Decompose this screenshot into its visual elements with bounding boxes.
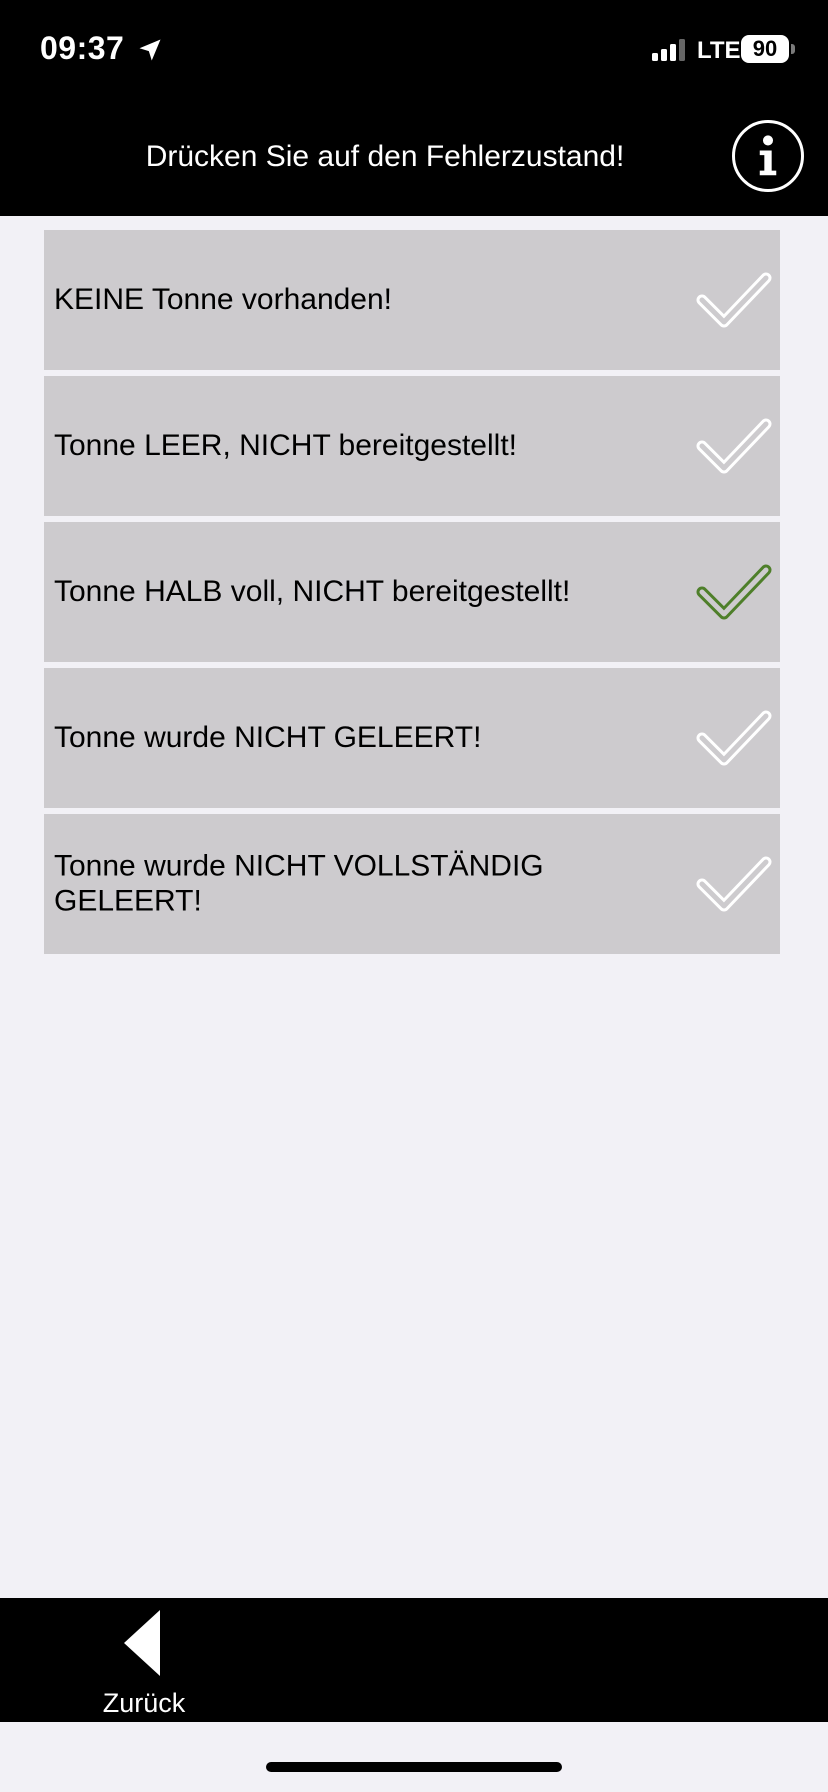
home-indicator[interactable] [266,1762,562,1772]
list-item[interactable]: KEINE Tonne vorhanden! [44,230,780,370]
item-label: Tonne wurde NICHT VOLLSTÄNDIG GELEERT! [54,849,544,918]
checkmark-icon [696,856,772,912]
error-state-list: KEINE Tonne vorhanden! Tonne LEER, NICHT… [44,230,780,960]
checkmark-icon [696,710,772,766]
checkmark-icon [696,272,772,328]
checkmark-icon [696,564,772,620]
back-arrow-icon [124,1610,160,1676]
battery-cap [791,44,795,54]
item-label: Tonne wurde NICHT GELEERT! [54,720,482,754]
page-title: Drücken Sie auf den Fehlerzustand! [145,140,625,173]
info-icon [759,135,777,176]
status-bar: 09:37 LTE 90 [0,0,828,100]
list-item[interactable]: Tonne wurde NICHT VOLLSTÄNDIG GELEERT! [44,814,780,954]
list-item[interactable]: Tonne HALB voll, NICHT bereitgestellt! [44,522,780,662]
info-button[interactable] [732,120,804,192]
footer-bar: Zurück [0,1598,828,1722]
battery-icon: 90 [741,35,789,63]
checkmark-icon [696,418,772,474]
network-type: LTE [697,37,741,64]
status-time: 09:37 [40,30,125,66]
back-button[interactable]: Zurück [88,1606,200,1718]
list-item[interactable]: Tonne LEER, NICHT bereitgestellt! [44,376,780,516]
item-label: KEINE Tonne vorhanden! [54,282,393,316]
item-label: Tonne LEER, NICHT bereitgestellt! [54,428,517,462]
signal-strength-icon [652,39,685,61]
item-label: Tonne HALB voll, NICHT bereitgestellt! [54,574,571,608]
back-label: Zurück [102,1688,186,1718]
list-item[interactable]: Tonne wurde NICHT GELEERT! [44,668,780,808]
header-bar: Drücken Sie auf den Fehlerzustand! [0,100,828,216]
location-arrow-icon [139,39,161,61]
